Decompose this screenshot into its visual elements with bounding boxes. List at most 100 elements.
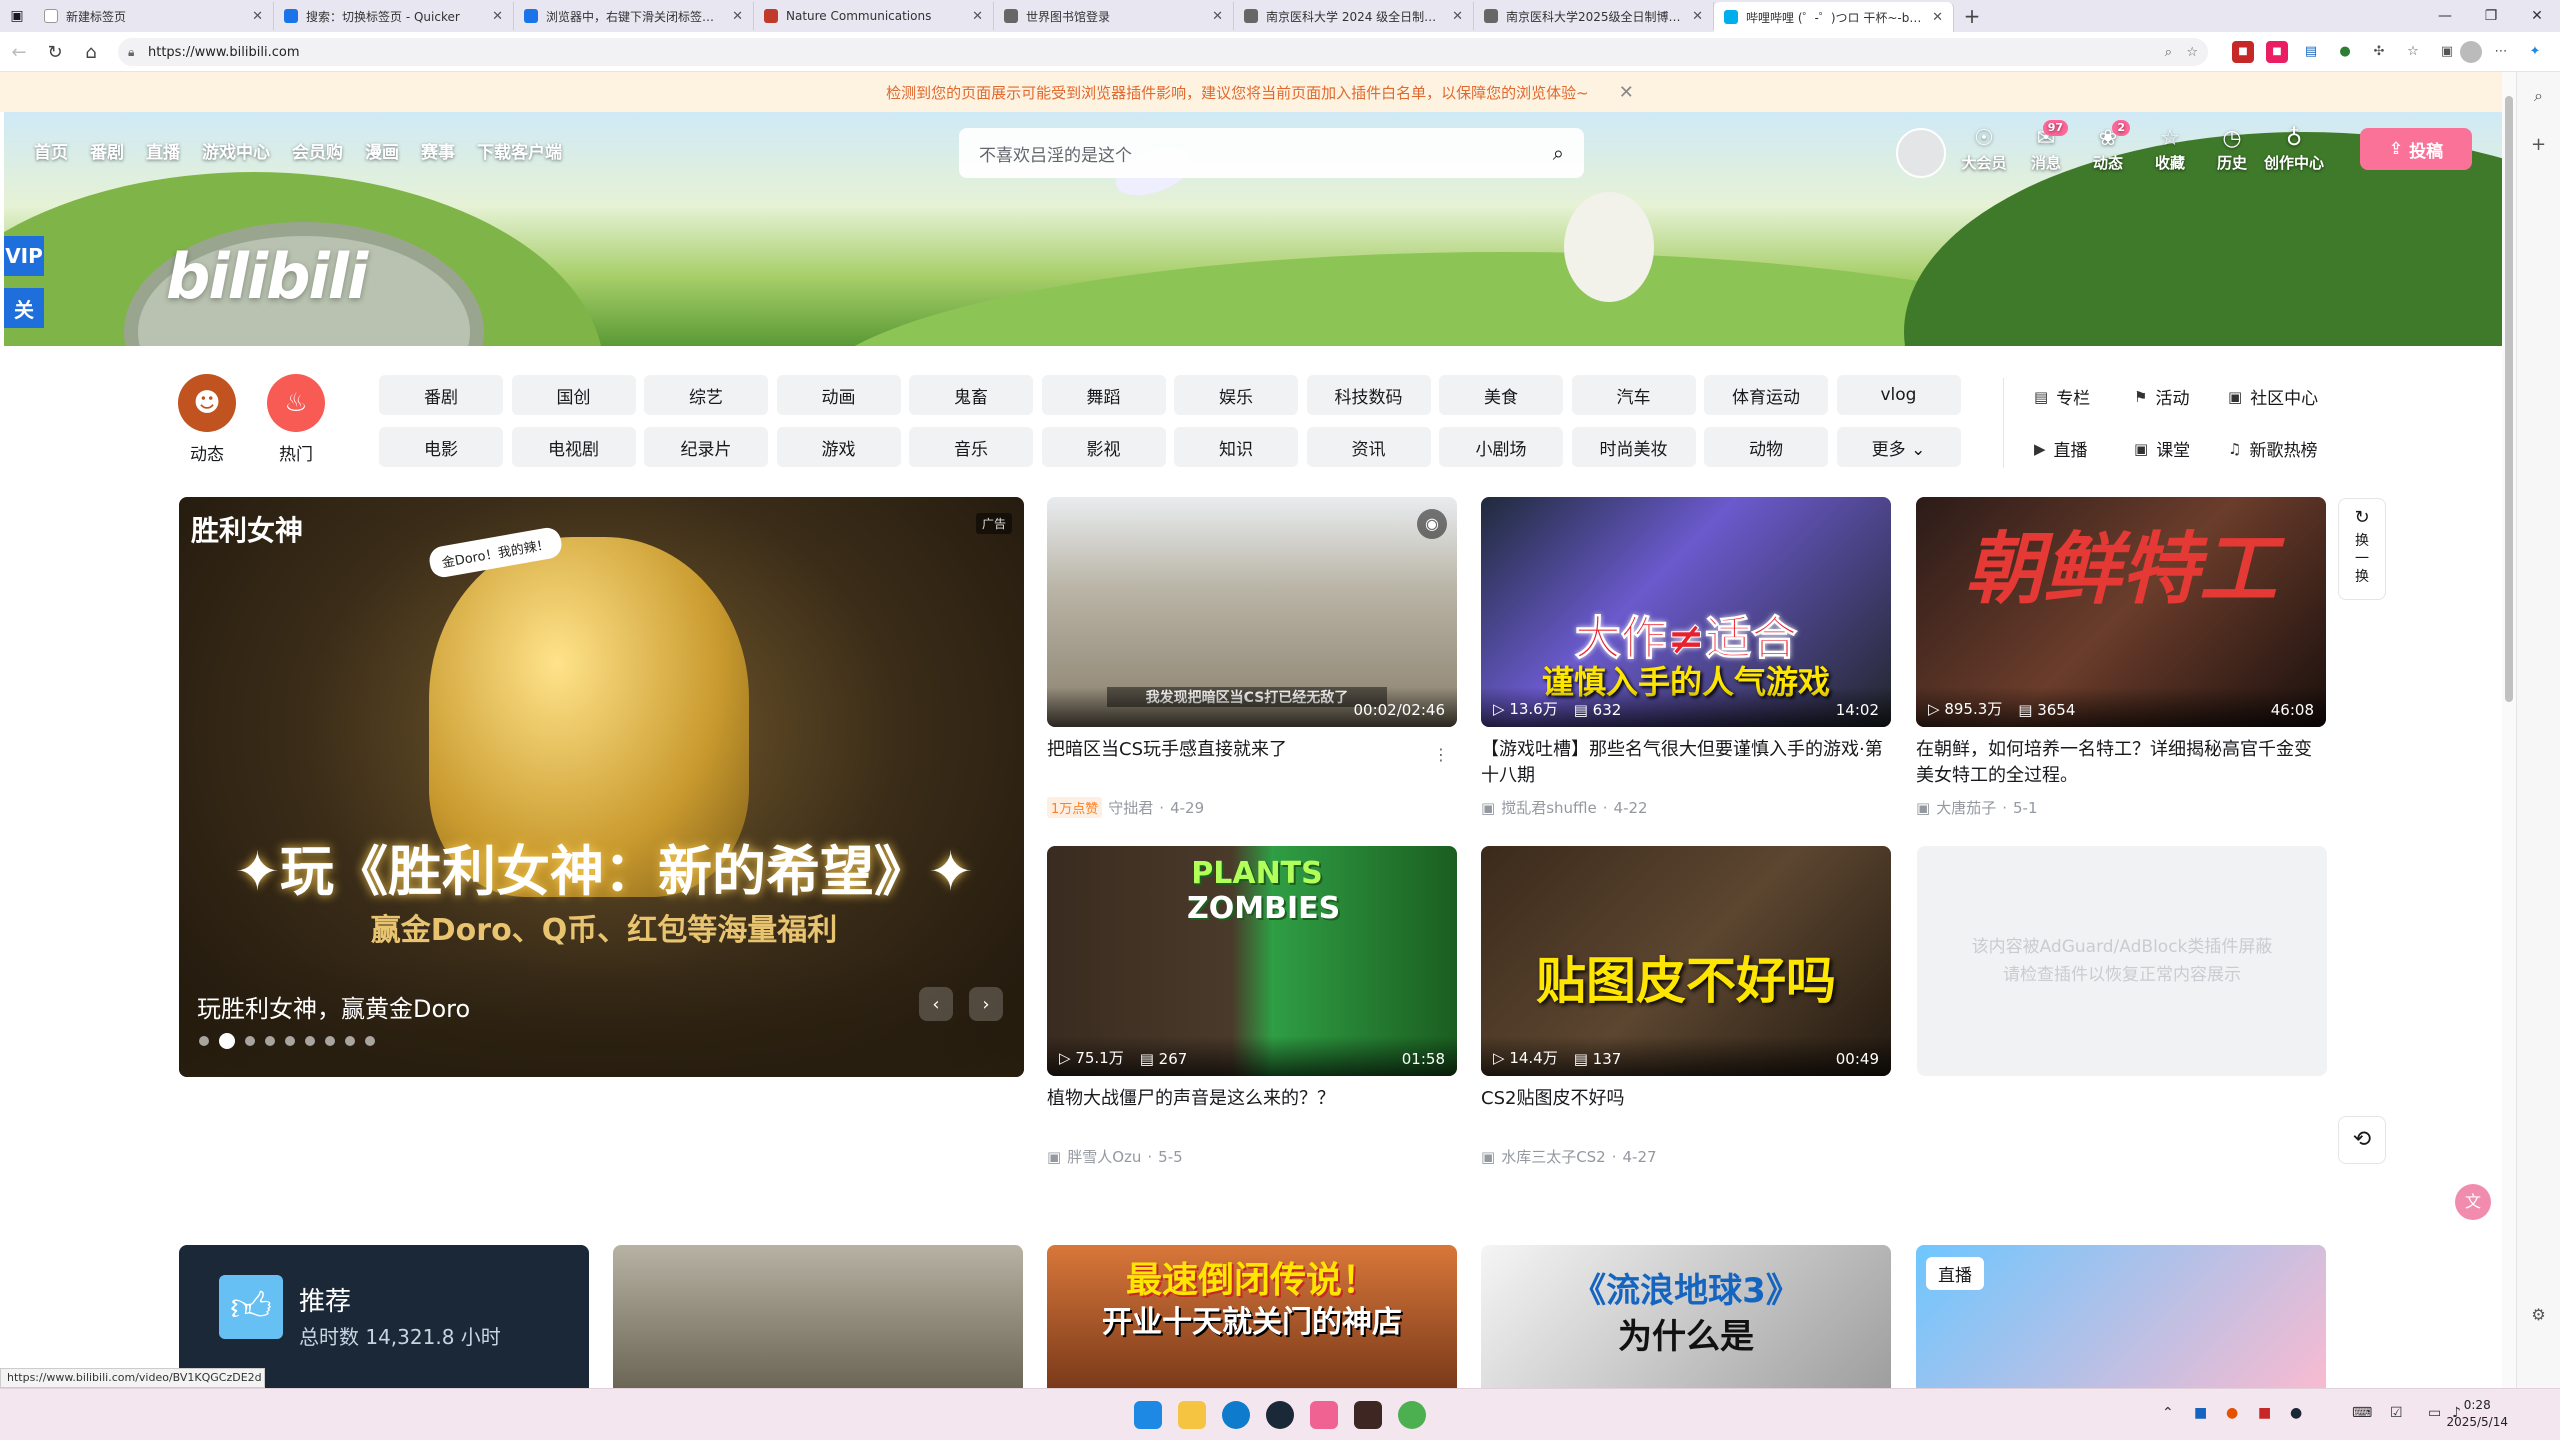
vip-badge[interactable]: VIP — [4, 236, 44, 276]
video-thumbnail[interactable]: 贴图皮不好吗 ▷ 14.4万 ▤ 137 00:49 — [1481, 846, 1891, 1076]
video-card[interactable]: 推荐 总时数 14,321.8 小时 👍︎ — [179, 1245, 589, 1388]
channel-tag[interactable]: 纪录片 — [644, 427, 768, 467]
channel-tag[interactable]: 舞蹈 — [1041, 375, 1166, 415]
wechat-icon[interactable] — [1398, 1401, 1426, 1429]
channel-tag[interactable]: 番剧 — [379, 375, 503, 415]
nav-item[interactable]: 首页 — [34, 138, 68, 163]
extension-icon-2[interactable]: ■ — [2266, 41, 2288, 63]
network-icon[interactable]: ▭ — [2428, 1405, 2441, 1421]
video-author[interactable]: 水库三太子CS2 — [1501, 1146, 1606, 1167]
channel-side-link[interactable]: ▶ 直播 — [2034, 436, 2088, 462]
user-nav-item[interactable]: ☆ 收藏 — [2140, 126, 2200, 173]
video-card[interactable]: 贴图皮不好吗 ▷ 14.4万 ▤ 137 00:49 CS2贴图皮不好吗 ▣ 水库三太子CS… — [1481, 846, 1891, 1167]
tab-close-icon[interactable]: ✕ — [1692, 9, 1703, 24]
carousel-dot[interactable] — [219, 1033, 235, 1049]
maximize-button[interactable]: ❐ — [2468, 0, 2514, 32]
app-icon-pink[interactable] — [1310, 1401, 1338, 1429]
tab-close-icon[interactable]: ✕ — [1212, 9, 1223, 24]
tray-app-icon-3[interactable]: ■ — [2258, 1405, 2271, 1421]
nav-item[interactable]: 会员购 — [292, 138, 343, 163]
sidebar-add-icon[interactable]: + — [2517, 134, 2560, 155]
channel-side-link[interactable]: ▣ 社区中心 — [2228, 384, 2318, 410]
channel-tag[interactable]: 知识 — [1174, 427, 1298, 467]
steam-icon[interactable] — [1266, 1401, 1294, 1429]
keyboard-icon[interactable]: ⌨ — [2352, 1405, 2372, 1421]
browser-tab[interactable]: 世界图书馆登录 ✕ — [994, 2, 1234, 30]
channel-side-link[interactable]: ▣ 课堂 — [2134, 436, 2190, 462]
nav-item[interactable]: 漫画 — [365, 138, 399, 163]
channel-tag[interactable]: 动物 — [1704, 427, 1828, 467]
channel-tag[interactable]: 娱乐 — [1174, 375, 1298, 415]
channel-tag[interactable]: 时尚美妆 — [1571, 427, 1696, 467]
browser-tab[interactable]: 搜索：切换标签页 - Quicker ✕ — [274, 2, 514, 30]
more-menu-icon[interactable]: ⋯ — [2490, 41, 2512, 63]
video-card[interactable]: ⋮ 我发现把暗区当CS打已经无敌了◉00:02/02:46 把暗区当CS玩手感直接就… — [1047, 497, 1457, 818]
browser-tab[interactable]: Nature Communications ✕ — [754, 2, 994, 30]
video-title[interactable]: 把暗区当CS玩手感直接就来了 — [1047, 737, 1457, 789]
video-card[interactable]: 朝鲜特工 ▷ 895.3万 ▤ 3654 46:08 在朝鲜，如何培养一名特工？详细揭秘… — [1916, 497, 2326, 818]
video-card[interactable]: 直播 — [1916, 1245, 2326, 1388]
video-title[interactable]: 在朝鲜，如何培养一名特工？详细揭秘高官千金变美女特工的全过程。 — [1916, 737, 2326, 789]
video-title[interactable]: CS2贴图皮不好吗 — [1481, 1086, 1891, 1138]
start-icon[interactable] — [1134, 1401, 1162, 1429]
channel-side-link[interactable]: ▤ 专栏 — [2034, 384, 2090, 410]
video-thumbnail[interactable]: 大作≠适合 谨慎入手的人气游戏 ▷ 13.6万 ▤ 632 14:02 — [1481, 497, 1891, 727]
channel-tag[interactable]: 综艺 — [644, 375, 768, 415]
channel-tag[interactable]: 音乐 — [909, 427, 1033, 467]
user-avatar[interactable] — [1896, 128, 1946, 178]
more-options-icon[interactable]: ⋮ — [1433, 745, 1449, 764]
favorites-icon[interactable]: ☆ — [2402, 41, 2424, 63]
tab-close-icon[interactable]: ✕ — [1452, 9, 1463, 24]
browser-tab[interactable]: 浏览器中，右键下滑关闭标签页… ✕ — [514, 2, 754, 30]
video-thumbnail[interactable]: 我发现把暗区当CS打已经无敌了◉00:02/02:46 — [1047, 497, 1457, 727]
nav-item[interactable]: 直播 — [146, 138, 180, 163]
video-author[interactable]: 守拙君 — [1108, 797, 1153, 818]
carousel-dot[interactable] — [305, 1036, 315, 1046]
clock[interactable]: 0:28 2025/5/14 — [2446, 1397, 2508, 1431]
video-card[interactable]: 大作≠适合 谨慎入手的人气游戏 ▷ 13.6万 ▤ 632 14:02 【游戏吐槽】那些名… — [1481, 497, 1891, 818]
search-icon[interactable]: ⌕ — [1553, 141, 1564, 165]
browser-tab[interactable]: 南京医科大学2025级全日制博士… ✕ — [1474, 2, 1714, 30]
browser-tab[interactable]: 哔哩哔哩 (゜-゜)つロ 干杯~-bilib… ✕ — [1714, 2, 1954, 32]
tab-close-icon[interactable]: ✕ — [972, 9, 983, 24]
tray-app-icon-1[interactable]: ■ — [2194, 1405, 2207, 1421]
edge-icon[interactable] — [1222, 1401, 1250, 1429]
carousel-dot[interactable] — [245, 1036, 255, 1046]
browser-tab[interactable]: 南京医科大学 2024 级全日制博士… ✕ — [1234, 2, 1474, 30]
file-explorer-icon[interactable] — [1178, 1401, 1206, 1429]
video-author[interactable]: 胖雪人Ozu — [1067, 1146, 1141, 1167]
app-icon-dark[interactable] — [1354, 1401, 1382, 1429]
channel-side-link[interactable]: ⚑ 活动 — [2134, 384, 2189, 410]
refresh-button[interactable]: ↻ — [44, 42, 66, 63]
copilot-icon[interactable]: ✦ — [2524, 41, 2546, 63]
collections-icon[interactable]: ▣ — [2436, 41, 2458, 63]
quick-hot[interactable]: ♨ 热门 — [261, 374, 331, 465]
bilibili-logo[interactable]: bilibili — [166, 240, 368, 313]
tab-close-icon[interactable]: ✕ — [492, 9, 503, 24]
checkbox-icon[interactable]: ☑ — [2390, 1405, 2403, 1421]
carousel-dot[interactable] — [199, 1036, 209, 1046]
home-button[interactable]: ⌂ — [80, 42, 102, 63]
carousel-dot[interactable] — [345, 1036, 355, 1046]
channel-tag[interactable]: 更多 ⌄ — [1836, 427, 1961, 467]
carousel-dot[interactable] — [265, 1036, 275, 1046]
tab-close-icon[interactable]: ✕ — [252, 9, 263, 24]
replay-button[interactable]: ⟲ — [2338, 1116, 2386, 1164]
pip-icon[interactable]: ◉ — [1417, 509, 1447, 539]
tray-steam-icon[interactable]: ● — [2290, 1405, 2302, 1421]
video-card[interactable]: PLANTS ZOMBIES ▷ 75.1万 ▤ 267 01:58 植物大战僵尸的声音是… — [1047, 846, 1457, 1167]
video-thumbnail[interactable]: 朝鲜特工 ▷ 895.3万 ▤ 3654 46:08 — [1916, 497, 2326, 727]
nav-item[interactable]: 下载客户端 — [477, 138, 562, 163]
notice-close-button[interactable]: ✕ — [1619, 82, 1634, 103]
back-button[interactable]: ← — [8, 42, 30, 63]
carousel-next-button[interactable]: › — [969, 987, 1003, 1021]
refresh-feed-button[interactable]: ↻ 换一换 — [2338, 498, 2386, 600]
channel-tag[interactable]: 鬼畜 — [909, 375, 1033, 415]
search-box[interactable]: 不喜欢吕淫的是这个 ⌕ — [959, 128, 1584, 178]
extension-icon-3[interactable]: ▤ — [2300, 41, 2322, 63]
minimize-button[interactable]: — — [2422, 0, 2468, 32]
channel-tag[interactable]: 电视剧 — [511, 427, 636, 467]
channel-tag[interactable]: 影视 — [1041, 427, 1166, 467]
extension-icon-1[interactable]: ■ — [2232, 41, 2254, 63]
video-title[interactable]: 植物大战僵尸的声音是这么来的？？ — [1047, 1086, 1457, 1138]
